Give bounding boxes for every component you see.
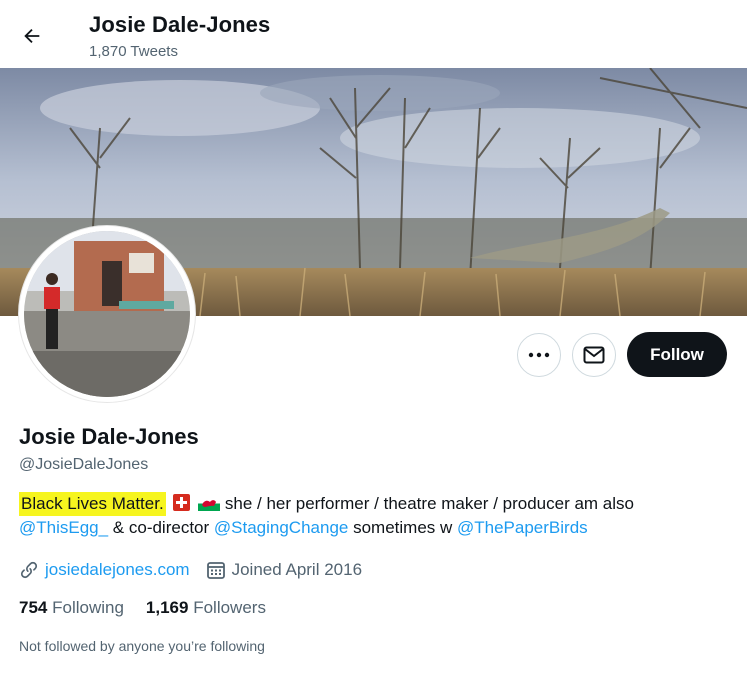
bio-text-1: she / her performer / theatre maker / pr… — [220, 494, 634, 513]
header-tweet-count: 1,870 Tweets — [89, 43, 178, 60]
profile-bio: Black Lives Matter. she / her performer … — [19, 492, 734, 540]
following-count: 754 — [19, 598, 48, 617]
mention-thisegg[interactable]: @ThisEgg_ — [19, 518, 108, 537]
bio-text-3: sometimes w — [348, 518, 457, 537]
profile-handle: @JosieDaleJones — [19, 456, 149, 473]
website-item: josiedalejones.com — [19, 560, 190, 580]
more-icon — [528, 352, 550, 358]
header-title: Josie Dale-Jones — [89, 12, 271, 37]
mention-thepaperbirds[interactable]: @ThePaperBirds — [457, 518, 588, 537]
follow-counts: 754 Following 1,169 Followers — [19, 598, 288, 618]
bio-highlighted-text: Black Lives Matter. — [19, 492, 166, 516]
joined-item: Joined April 2016 — [206, 560, 362, 580]
envelope-icon — [583, 346, 605, 364]
message-button[interactable] — [572, 333, 616, 377]
followers-count: 1,169 — [145, 598, 189, 617]
website-link[interactable]: josiedalejones.com — [45, 560, 190, 580]
profile-avatar[interactable] — [19, 226, 195, 402]
not-followed-notice: Not followed by anyone you’re following — [19, 638, 265, 654]
bio-text-2: & co-director — [108, 518, 214, 537]
followers-label: Followers — [193, 598, 266, 617]
mention-stagingchange[interactable]: @StagingChange — [214, 518, 348, 537]
more-options-button[interactable] — [517, 333, 561, 377]
profile-display-name: Josie Dale-Jones — [19, 424, 199, 449]
following-label: Following — [52, 598, 124, 617]
follow-button[interactable]: Follow — [627, 332, 727, 377]
arrow-left-icon — [24, 28, 40, 44]
link-icon — [20, 561, 38, 579]
calendar-icon — [206, 562, 225, 579]
followers-count-link[interactable]: 1,169 Followers — [146, 598, 266, 618]
profile-meta: josiedalejones.com Joined April 2016 — [19, 560, 378, 580]
following-count-link[interactable]: 754 Following — [19, 598, 124, 618]
joined-date: Joined April 2016 — [231, 560, 363, 579]
back-button[interactable] — [14, 18, 50, 54]
top-bar: Josie Dale-Jones 1,870 Tweets — [0, 0, 747, 68]
swiss-flag-icon — [173, 494, 191, 511]
welsh-flag-icon — [198, 496, 221, 511]
